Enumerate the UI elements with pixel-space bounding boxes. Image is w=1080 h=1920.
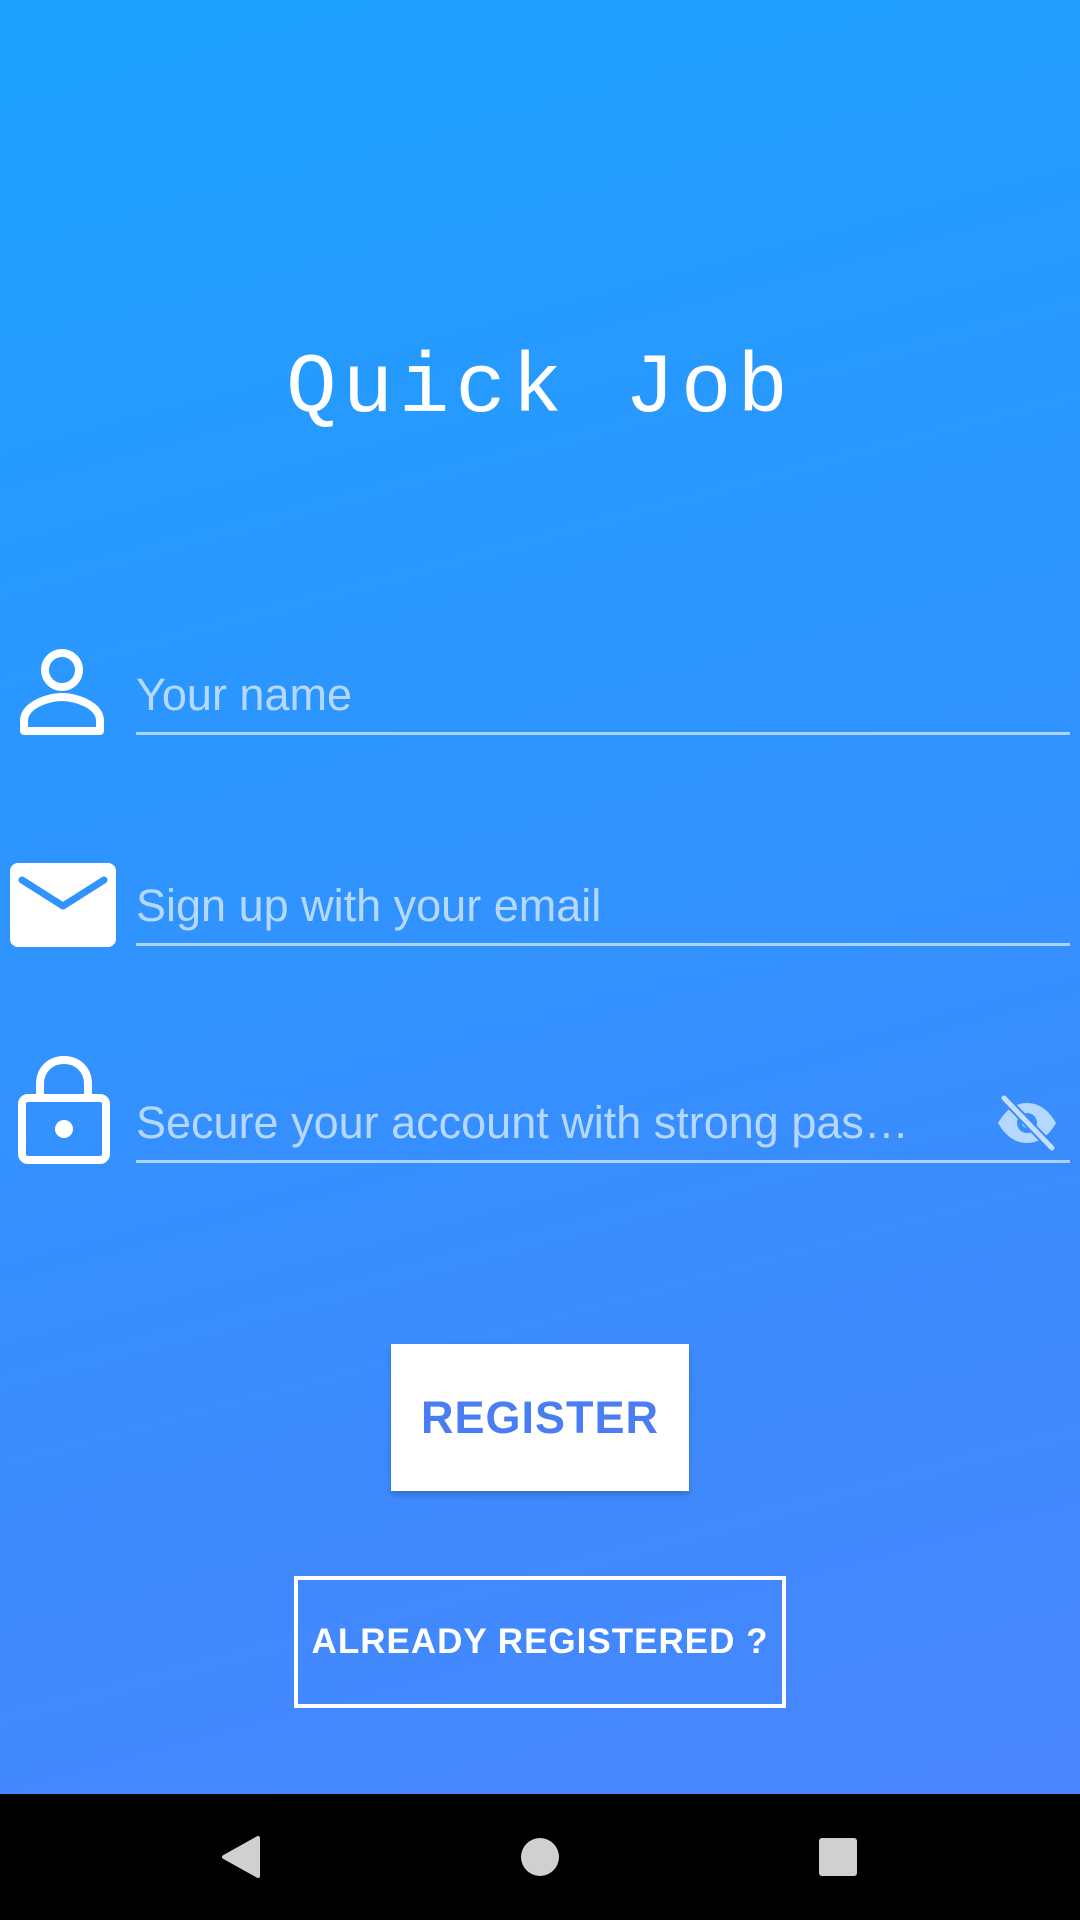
name-field[interactable]: [136, 662, 1070, 735]
password-input[interactable]: [136, 1090, 956, 1156]
register-button[interactable]: REGISTER: [391, 1344, 689, 1491]
back-triangle-icon[interactable]: [196, 1814, 286, 1900]
email-field[interactable]: [136, 873, 1070, 946]
app-title: Quick Job: [286, 342, 794, 437]
recents-square-icon[interactable]: [793, 1814, 883, 1900]
already-registered-button[interactable]: ALREADY REGISTERED ?: [294, 1576, 786, 1708]
name-input[interactable]: [136, 662, 1070, 728]
visibility-off-icon[interactable]: [994, 1092, 1060, 1154]
register-screen: Quick Job Your name Sign up with your em…: [0, 0, 1080, 1794]
password-field[interactable]: [136, 1090, 1070, 1163]
system-nav-bar: [0, 1794, 1080, 1920]
mail-icon: [10, 858, 116, 958]
lock-icon: [14, 1050, 114, 1170]
email-input[interactable]: [136, 873, 1070, 939]
person-icon: [12, 645, 112, 745]
home-circle-icon[interactable]: [495, 1814, 585, 1900]
